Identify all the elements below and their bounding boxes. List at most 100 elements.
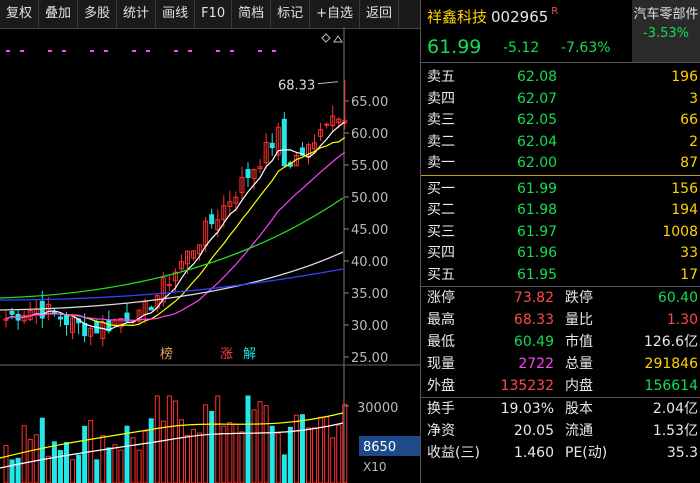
stat-k1: 现量 [427,356,455,372]
volume-bar [70,459,76,483]
price-tick-label: 55.00 [351,159,388,174]
kline-chart[interactable]: 65.00 60.00 55.00 50.00 45.00 40.00 35.00 30.00… [0,28,420,483]
signal-mark [20,50,24,52]
volume-bar [330,437,336,483]
volume-bar [15,457,21,483]
volume-bar [33,434,39,483]
buy-label: 买四 [427,245,455,261]
sell-label: 卖五 [427,69,455,85]
buy-row[interactable]: 买一 61.99 156 [421,179,700,201]
stat-k2: 量比 [565,312,593,328]
candle-body [324,123,330,126]
volume-bar [221,425,227,483]
toolbar-button-9[interactable]: 返回 [360,0,400,28]
volume-bar [287,426,293,483]
stat-k2: 总量 [565,356,593,372]
volume-bar [3,444,9,483]
sell-volume: 87 [680,155,698,171]
buy-label: 买二 [427,202,455,218]
toolbar-button-0[interactable]: 复权 [0,0,40,28]
sell-label: 卖二 [427,133,455,150]
signal-mark [230,50,234,52]
sell-volume: 196 [671,69,698,85]
stat-v2: 156614 [644,378,698,394]
toolbar: 复权 叠加 多股 统计 画线 F10 简档 标记 +自选 返回 [0,0,420,29]
price-tick-label: 25.00 [351,351,388,366]
volume-bar [172,400,178,483]
volume-bar [269,425,275,483]
price-tick-label: 45.00 [351,223,388,238]
buy-row[interactable]: 买四 61.96 33 [421,243,700,265]
price-tick-label: 65.00 [351,95,388,110]
sell-row[interactable]: 卖三 62.05 66 [421,110,700,132]
sell-price: 62.00 [517,155,558,171]
buy-row[interactable]: 买二 61.98 194 [421,200,700,222]
stat-row: 涨停 73.82 跌停 60.40 [421,287,700,309]
buy-volume: 194 [671,202,698,218]
stat-row: 收益(三) 1.460 PE(动) 35.3 [421,442,700,464]
volume-bar [209,410,215,483]
signal-mark [104,50,108,52]
buy-volume: 17 [680,266,698,283]
sell-price: 62.08 [517,69,558,85]
volume-bar [148,418,154,483]
sell-row[interactable]: 卖五 62.08 196 [421,67,700,89]
toolbar-button-4[interactable]: 画线 [156,0,196,28]
buy-row[interactable]: 买三 61.97 1008 [421,222,700,244]
volume-bar [185,434,190,483]
stats-block-1: 涨停 73.82 跌停 60.40 最高 68.33 量比 1.30 最低 60.49 市值 126.… [421,287,700,397]
sell-row[interactable]: 卖二 62.04 2 [421,132,700,154]
toolbar-button-6[interactable]: 简档 [232,0,272,28]
toolbar-button-1[interactable]: 叠加 [39,0,79,28]
sector-button[interactable]: 汽车零部件 -3.53% [632,0,700,62]
stat-v2: 1.30 [666,312,698,328]
stat-k2: 流通 [565,423,593,439]
buy-row[interactable]: 买五 61.95 17 [421,265,700,287]
volume-bar [275,432,281,483]
volume-bar [336,424,342,483]
stat-v1: 2722 [518,356,554,372]
volume-bar [136,449,142,483]
volume-bar [100,435,106,483]
toolbar-button-8[interactable]: +自选 [310,0,361,28]
signal-mark [62,50,66,52]
stat-row: 最高 68.33 量比 1.30 [421,309,700,331]
volume-bar [227,422,233,483]
buy-price: 61.95 [517,266,558,283]
vol-current-label: 8650 [363,440,396,455]
sell-row[interactable]: 卖一 62.00 87 [421,153,700,175]
signal-mark [188,50,192,52]
sell-price: 62.05 [517,112,558,128]
signal-mark [174,50,178,52]
triangle-icon [333,35,343,43]
stat-v1: 73.82 [513,290,554,306]
volume-bar [197,432,203,483]
volume-bar [239,431,245,483]
high-price-label: 68.33 [278,79,315,94]
sell-price: 62.04 [517,133,558,150]
volume-bar [263,405,269,483]
toolbar-button-2[interactable]: 多股 [78,0,118,28]
stat-k2: 跌停 [565,290,593,306]
stat-k1: 收益(三) [427,445,480,461]
toolbar-button-5[interactable]: F10 [195,0,233,28]
toolbar-button-7[interactable]: 标记 [271,0,311,28]
toolbar-button-3[interactable]: 统计 [117,0,157,28]
sell-price: 62.07 [517,90,558,107]
volume-bar [21,425,27,483]
sell-volume: 3 [689,90,698,107]
volume-bar [39,417,45,483]
stat-v1: 19.03% [500,401,554,417]
stat-k2: 市值 [565,334,593,350]
price-tick-label: 60.00 [351,127,388,142]
sell-label: 卖四 [427,90,455,107]
stat-v2: 126.6亿 [643,334,698,350]
stat-v1: 20.05 [513,423,554,439]
volume-bar [106,447,112,483]
ma60-line [0,197,344,299]
buy-orders: 买一 61.99 156 买二 61.98 194 买三 61.97 1008 买四 61.96 33… [421,176,700,287]
sell-row[interactable]: 卖四 62.07 3 [421,89,700,111]
stat-row: 现量 2722 总量 291846 [421,353,700,375]
price-tick-label: 35.00 [351,287,388,302]
stat-k2: 内盘 [565,378,593,394]
